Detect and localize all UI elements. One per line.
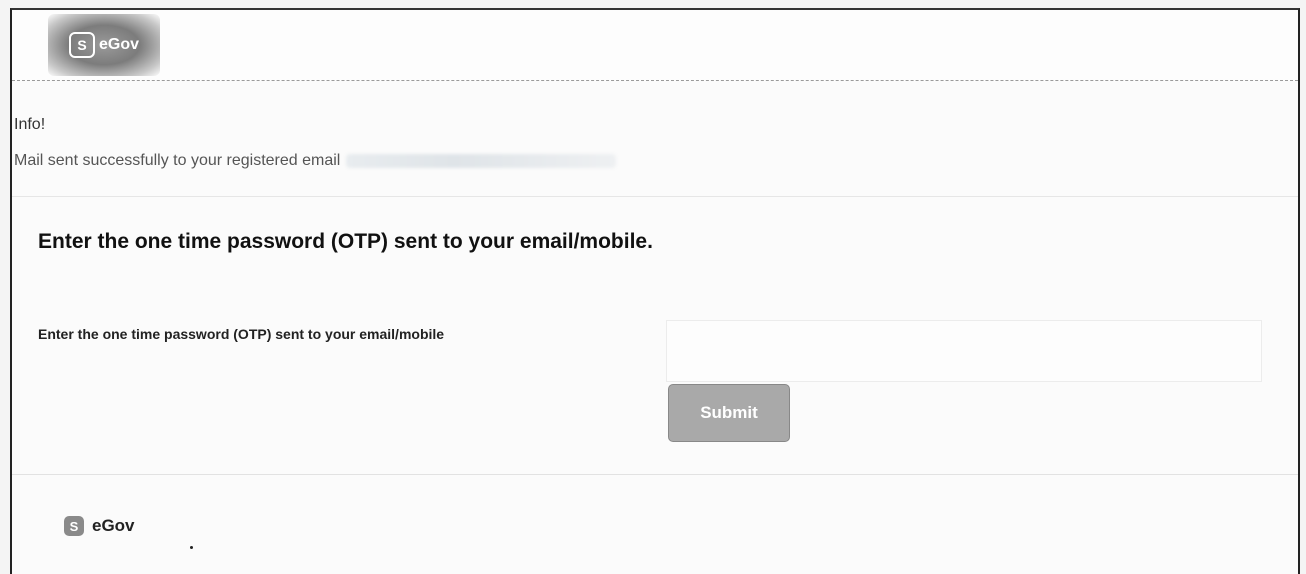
info-alert-title: Info! [14,116,46,133]
page-frame: S eGov Info! Mail sent successfully to y… [10,8,1300,574]
header-logo[interactable]: S eGov [48,14,160,76]
otp-input[interactable] [666,320,1262,382]
shield-s-icon: S [64,516,84,536]
header-logo-text: eGov [98,36,139,53]
top-navbar: S eGov [12,10,1298,81]
masked-email [346,154,617,168]
stray-dot [190,546,193,549]
info-alert-message: Mail sent successfully to your registere… [14,152,341,169]
footer-divider [12,474,1298,475]
footer-logo-text: eGov [92,516,135,535]
page-title: Enter the one time password (OTP) sent t… [38,230,653,253]
otp-field-label: Enter the one time password (OTP) sent t… [38,326,445,342]
info-alert: Info! Mail sent successfully to your reg… [12,90,1298,197]
shield-s-icon: S [68,32,95,58]
submit-button[interactable]: Submit [668,384,790,442]
info-alert-message-row: Mail sent successfully to your registere… [14,152,617,170]
footer-logo[interactable]: S eGov [64,516,135,536]
